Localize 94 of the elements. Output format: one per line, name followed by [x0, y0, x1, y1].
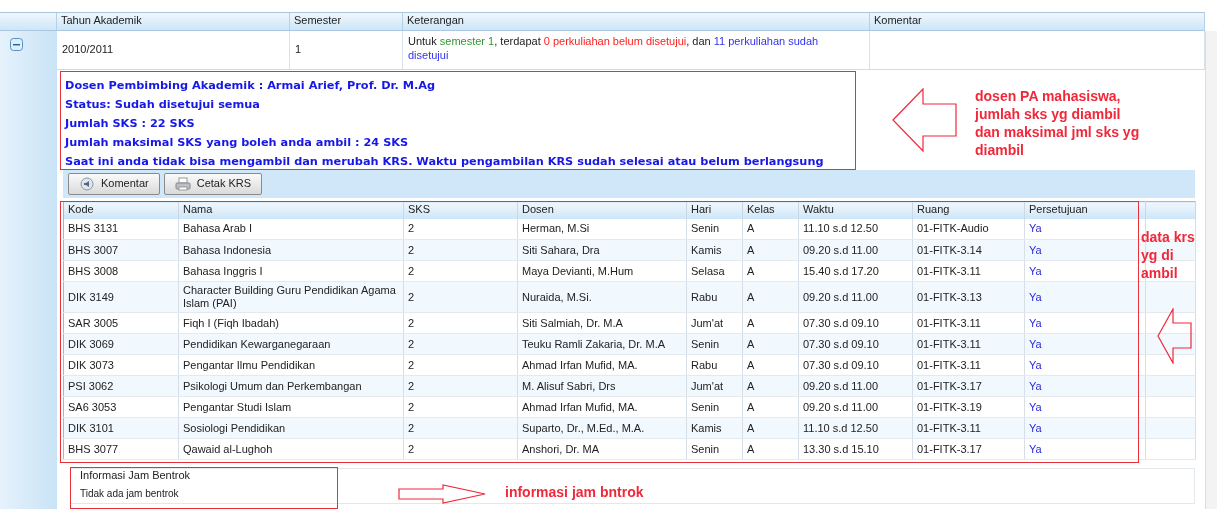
table-cell: BHS 3077 — [63, 438, 179, 460]
table-cell: 2 — [403, 218, 518, 240]
table-cell: 01-FITK-3.17 — [912, 438, 1025, 460]
table-cell: Pendidikan Kewarganegaraan — [178, 333, 404, 355]
table-cell: BHS 3008 — [63, 260, 179, 282]
table-cell: Pengantar Studi Islam — [178, 396, 404, 418]
table-cell: 01-FITK-3.13 — [912, 281, 1025, 313]
table-cell: 13.30 s.d 15.10 — [798, 438, 913, 460]
table-cell: 2 — [403, 281, 518, 313]
info-text: Dosen Pembimbing Akademik : Armai Arief, Prof. Dr. M.Ag — [65, 78, 437, 94]
table-cell: 09.20 s.d 11.00 — [798, 396, 913, 418]
info-text: Jumlah SKS : 22 SKS — [65, 116, 196, 132]
collapse-icon[interactable] — [10, 37, 23, 51]
table-cell: 01-FITK-Audio — [912, 218, 1025, 240]
table-cell: 07.30 s.d 09.10 — [798, 312, 913, 334]
table-cell: Anshori, Dr. MA — [517, 438, 687, 460]
approval-link[interactable]: Ya — [1024, 354, 1146, 376]
table-cell: Qawaid al-Lughoh — [178, 438, 404, 460]
table-cell: Senin — [686, 396, 743, 418]
table-cell: 2 — [403, 438, 518, 460]
table-cell: PSI 3062 — [63, 375, 179, 397]
table-cell: 1 — [290, 31, 403, 69]
panel-legend: Informasi Jam Bentrok — [80, 469, 191, 482]
table-cell: 2 — [403, 354, 518, 376]
table-cell: Bahasa Arab I — [178, 218, 404, 240]
table-cell: 15.40 s.d 17.20 — [798, 260, 913, 282]
table-cell: 2010/2011 — [57, 31, 290, 69]
table-cell: Bahasa Inggris I — [178, 260, 404, 282]
table-cell: Ahmad Irfan Mufid, MA. — [517, 396, 687, 418]
column-header: Tahun Akademik — [57, 13, 290, 30]
column-header: Semester — [290, 13, 403, 30]
table-cell: 2 — [403, 396, 518, 418]
approval-link[interactable]: Ya — [1024, 438, 1146, 460]
annotation-text: informasi jam bntrok — [505, 483, 645, 501]
table-cell: 09.20 s.d 11.00 — [798, 281, 913, 313]
info-text: Status: Sudah disetujui semua — [65, 97, 261, 113]
table-cell: SAR 3005 — [63, 312, 179, 334]
table-cell: BHS 3131 — [63, 218, 179, 240]
table-cell: DIK 3073 — [63, 354, 179, 376]
approval-link[interactable]: Ya — [1024, 281, 1146, 313]
table-cell: Pengantar Ilmu Pendidikan — [178, 354, 404, 376]
table-cell: Sosiologi Pendidikan — [178, 417, 404, 439]
table-cell: A — [742, 281, 799, 313]
table-cell: Psikologi Umum dan Perkembangan — [178, 375, 404, 397]
table-cell: Maya Devianti, M.Hum — [517, 260, 687, 282]
table-cell: Siti Salmiah, Dr. M.A — [517, 312, 687, 334]
printer-icon — [174, 177, 191, 191]
info-text: Saat ini anda tidak bisa mengambil dan merubah KRS. Waktu pengambilan KRS sudah selesai atau belum berlangsung — [65, 154, 825, 170]
table-cell: A — [742, 396, 799, 418]
column-header: Keterangan — [403, 13, 870, 30]
table-cell: A — [742, 354, 799, 376]
table-cell: DIK 3069 — [63, 333, 179, 355]
table-cell: Ahmad Irfan Mufid, MA. — [517, 354, 687, 376]
table-cell: Herman, M.Si — [517, 218, 687, 240]
info-text: Jumlah maksimal SKS yang boleh anda ambil : 24 SKS — [65, 135, 410, 151]
table-cell: A — [742, 260, 799, 282]
arrow-icon — [398, 484, 486, 504]
comment-button[interactable]: Komentar — [68, 173, 160, 195]
table-cell: BHS 3007 — [63, 239, 179, 261]
table-cell: 2 — [403, 312, 518, 334]
table-cell: A — [742, 312, 799, 334]
arrow-icon — [1157, 308, 1193, 364]
table-cell: A — [742, 438, 799, 460]
table-cell: 2 — [403, 260, 518, 282]
table-cell: Character Building Guru Pendidikan Agama Islam (PAI) — [178, 281, 404, 313]
approval-link[interactable]: Ya — [1024, 312, 1146, 334]
scrollbar[interactable] — [1205, 31, 1217, 509]
table-cell: Jum'at — [686, 312, 743, 334]
table-cell: A — [742, 218, 799, 240]
table-cell: DIK 3101 — [63, 417, 179, 439]
column-header: Komentar — [870, 13, 1205, 30]
table-cell: 11.10 s.d 12.50 — [798, 218, 913, 240]
speaker-icon — [79, 177, 95, 191]
table-cell: 01-FITK-3.19 — [912, 396, 1025, 418]
arrow-icon — [892, 88, 958, 152]
table-cell: SA6 3053 — [63, 396, 179, 418]
table-cell: 01-FITK-3.11 — [912, 312, 1025, 334]
clash-text: Tidak ada jam bentrok — [80, 487, 179, 500]
table-cell: Senin — [686, 438, 743, 460]
print-button[interactable]: Cetak KRS — [163, 173, 263, 195]
table-cell: Untuk semester 1, terdapat 0 perkuliahan belum disetujui, dan 11 perkuliahan sudah disetujui — [403, 31, 870, 69]
table-cell: Senin — [686, 218, 743, 240]
annotation-text: dosen PA mahasiswa, jumlah sks yg diambil dan maksimal jml sks yg diambil — [975, 87, 1141, 159]
table-cell: Rabu — [686, 281, 743, 313]
table-cell: 01-FITK-3.11 — [912, 260, 1025, 282]
table-cell: 07.30 s.d 09.10 — [798, 354, 913, 376]
table-cell: Selasa — [686, 260, 743, 282]
table-cell: Rabu — [686, 354, 743, 376]
approval-link[interactable]: Ya — [1024, 396, 1146, 418]
table-cell: Nuraida, M.Si. — [517, 281, 687, 313]
table-cell: DIK 3149 — [63, 281, 179, 313]
table-cell: Fiqh I (Fiqh Ibadah) — [178, 312, 404, 334]
table-cell: 01-FITK-3.11 — [912, 354, 1025, 376]
table-cell: Bahasa Indonesia — [178, 239, 404, 261]
